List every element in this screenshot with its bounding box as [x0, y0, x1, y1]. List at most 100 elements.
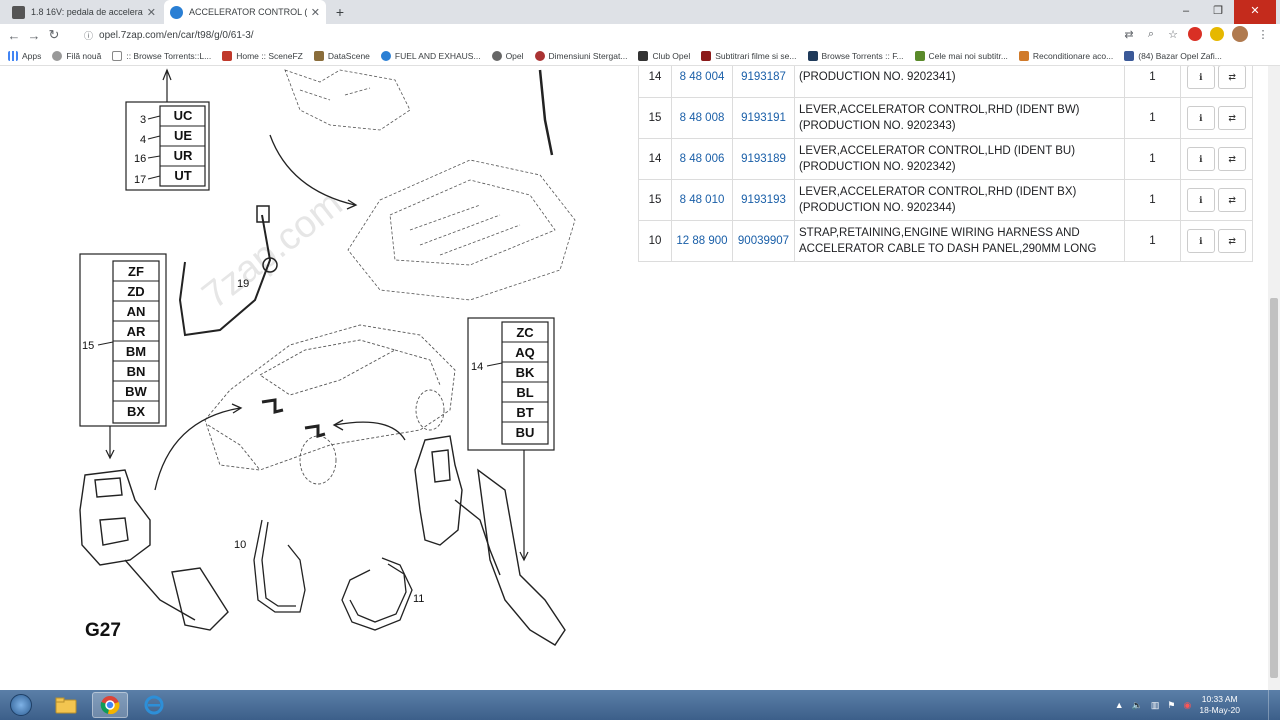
bookmark-apps[interactable]: Apps	[8, 50, 42, 61]
menu-icon[interactable]: ⋮	[1256, 28, 1270, 41]
car-illustration	[204, 324, 456, 485]
code-label: ZD	[127, 284, 144, 299]
code-label: UC	[174, 108, 193, 123]
bookmark-item[interactable]: Cele mai noi subtitr...	[914, 50, 1008, 61]
antivirus-icon[interactable]: ◉	[1184, 700, 1192, 711]
address-bar[interactable]: ⓘ opel.7zap.com/en/car/t98/g/0/61-3/	[84, 26, 1104, 44]
info-button[interactable]: ℹ	[1186, 188, 1215, 212]
table-row: 14 8 48 004 9193187 (PRODUCTION NO. 9202…	[638, 66, 1253, 98]
description-line-2: (PRODUCTION NO. 9202341)	[799, 71, 956, 83]
network-icon[interactable]: ▥	[1151, 700, 1160, 711]
part-number-link[interactable]: 12 88 900	[671, 220, 733, 262]
position-cell: 15	[638, 97, 672, 139]
bookmark-label: FUEL AND EXHAUS...	[394, 50, 481, 61]
tab-inactive[interactable]: 1.8 16V: pedala de acceleratie ho ✕	[6, 0, 162, 24]
quantity-cell: 1	[1124, 97, 1181, 139]
back-icon[interactable]: ←	[4, 28, 24, 43]
description-cell: LEVER,ACCELERATOR CONTROL,RHD (IDENT BW)…	[794, 97, 1125, 139]
ie-taskbar-button[interactable]	[136, 692, 172, 718]
bookmark-item[interactable]: :: Browse Torrents::L...	[112, 50, 211, 61]
info-button[interactable]: ℹ	[1186, 66, 1215, 89]
translate-icon[interactable]: ⇄	[1122, 28, 1136, 41]
code-label: AN	[127, 304, 146, 319]
page-scrollbar[interactable]	[1268, 66, 1280, 690]
maximize-icon[interactable]: ❐	[1202, 0, 1234, 24]
bookmark-item[interactable]: Subtitrari filme si se...	[701, 50, 797, 61]
search-icon[interactable]: ⌕	[1144, 28, 1158, 41]
engine-illustration	[284, 69, 576, 301]
accelerator-pedal-right	[414, 435, 566, 646]
show-hidden-icons[interactable]: ▲	[1115, 700, 1124, 710]
close-window-icon[interactable]: ✕	[1234, 0, 1276, 24]
bookmarks-bar: Apps Filă nouă :: Browse Torrents::L... …	[0, 46, 1280, 66]
catalog-number-link[interactable]: 9193191	[732, 97, 795, 139]
bookmark-item[interactable]: Browse Torrents :: F...	[807, 50, 904, 61]
clock[interactable]: 10:33 AM 18-May-20	[1199, 694, 1240, 716]
description-line-1: LEVER,ACCELERATOR CONTROL,LHD (IDENT BU)	[799, 145, 1076, 157]
description-cell: LEVER,ACCELERATOR CONTROL,LHD (IDENT BU)…	[794, 138, 1125, 180]
new-tab-button[interactable]: +	[331, 3, 349, 21]
scrollbar-thumb[interactable]	[1270, 298, 1278, 678]
info-button[interactable]: ℹ	[1186, 229, 1215, 253]
tab-active[interactable]: ACCELERATOR CONTROL (CONT ✕	[164, 0, 326, 24]
start-button[interactable]	[10, 694, 32, 716]
part-number-link[interactable]: 8 48 004	[671, 66, 733, 98]
club-opel-icon	[638, 50, 649, 61]
swap-button[interactable]: ⇄	[1218, 188, 1247, 212]
info-icon[interactable]: ⓘ	[84, 29, 93, 42]
actions-cell: ℹ ⇄	[1180, 179, 1253, 221]
actions-cell: ℹ ⇄	[1180, 66, 1253, 98]
minimize-icon[interactable]: –	[1170, 0, 1202, 24]
part-number-link[interactable]: 8 48 008	[671, 97, 733, 139]
volume-icon[interactable]: 🔈	[1132, 700, 1143, 711]
bookmark-item[interactable]: Club Opel	[638, 50, 690, 61]
table-row: 15 8 48 008 9193191 LEVER,ACCELERATOR CO…	[638, 97, 1253, 139]
forward-icon[interactable]: →	[24, 28, 44, 43]
swap-button[interactable]: ⇄	[1218, 229, 1247, 253]
bookmark-star-icon[interactable]: ☆	[1166, 28, 1180, 41]
profile-avatar[interactable]	[1232, 26, 1248, 42]
flag-icon[interactable]: ⚑	[1167, 700, 1175, 711]
retaining-strap-11: 11	[341, 557, 424, 631]
windows-taskbar: ▲ 🔈 ▥ ⚑ ◉ 10:33 AM 18-May-20	[0, 690, 1280, 720]
bookmark-item[interactable]: Filă nouă	[52, 50, 101, 61]
bookmark-item[interactable]: Reconditionare aco...	[1018, 50, 1113, 61]
catalog-number-link[interactable]: 90039907	[732, 220, 795, 262]
bookmark-item[interactable]: FUEL AND EXHAUS...	[380, 50, 481, 61]
reload-icon[interactable]: ↻	[44, 27, 64, 43]
explorer-taskbar-button[interactable]	[48, 692, 84, 718]
description-line-1: LEVER,ACCELERATOR CONTROL,RHD (IDENT BX)	[799, 186, 1077, 198]
code-label: UR	[174, 148, 193, 163]
part-number-link[interactable]: 8 48 006	[671, 138, 733, 180]
actions-cell: ℹ ⇄	[1180, 138, 1253, 180]
position-cell: 14	[638, 138, 672, 180]
catalog-number-link[interactable]: 9193193	[732, 179, 795, 221]
info-button[interactable]: ℹ	[1186, 106, 1215, 130]
catalog-number-link[interactable]: 9193187	[732, 66, 795, 98]
bookmark-item[interactable]: Opel	[491, 50, 524, 61]
swap-button[interactable]: ⇄	[1218, 66, 1247, 89]
catalog-number-link[interactable]: 9193189	[732, 138, 795, 180]
subtitrari-icon	[701, 50, 712, 61]
bookmark-item[interactable]: Dimensiuni Stergat...	[534, 50, 627, 61]
show-desktop-button[interactable]	[1268, 690, 1280, 720]
bookmark-label: Apps	[22, 50, 42, 61]
quantity-cell: 1	[1124, 179, 1181, 221]
chrome-taskbar-button[interactable]	[92, 692, 128, 718]
close-tab-icon[interactable]: ✕	[311, 6, 320, 19]
extension-icon[interactable]	[1188, 27, 1202, 41]
bookmark-label: Opel	[505, 50, 524, 61]
extension-icon[interactable]	[1210, 27, 1224, 41]
callout-number: 11	[413, 593, 424, 605]
swap-button[interactable]: ⇄	[1218, 106, 1247, 130]
bookmark-item[interactable]: Home :: SceneFZ	[222, 50, 303, 61]
page-content: 7zap.com UC UE UR UT 3 4 16 17 19 ZF ZD …	[0, 66, 1268, 690]
info-button[interactable]: ℹ	[1186, 147, 1215, 171]
close-tab-icon[interactable]: ✕	[147, 6, 156, 19]
bookmark-item[interactable]: DataScene	[313, 50, 370, 61]
part-number-link[interactable]: 8 48 010	[671, 179, 733, 221]
swap-button[interactable]: ⇄	[1218, 147, 1247, 171]
clock-time: 10:33 AM	[1201, 694, 1238, 704]
bookmark-item[interactable]: (84) Bazar Opel Zafi...	[1124, 50, 1222, 61]
forum-favicon-icon	[12, 5, 25, 19]
